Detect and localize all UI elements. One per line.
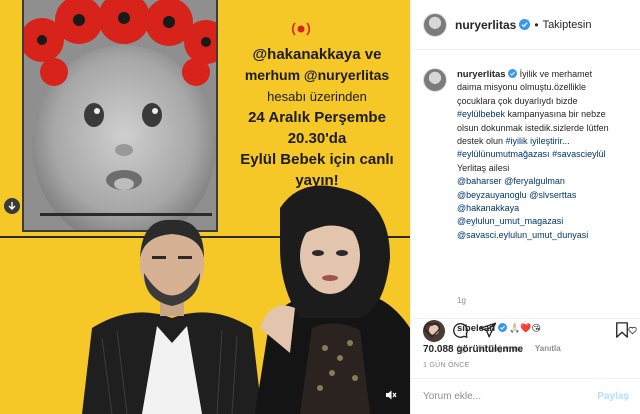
caption-line: @hakanakkaya xyxy=(457,202,640,215)
caption-text-segment: destek olun xyxy=(457,136,506,147)
caption-link[interactable]: @baharser xyxy=(457,176,502,186)
download-icon[interactable] xyxy=(4,198,20,214)
share-icon[interactable] xyxy=(479,321,497,339)
headline-line: 20.30'da xyxy=(287,130,347,147)
separator-dot: • xyxy=(534,17,539,32)
headline-line: 24 Aralık Perşembe xyxy=(248,109,386,126)
caption-link[interactable]: #eylülbebek xyxy=(457,109,505,119)
caption-line: destek olun #iyilik iyileştirir... xyxy=(457,135,640,148)
headline-line: hesabı üzerinden xyxy=(267,89,367,104)
caption-text-segment: İyilik ve merhamet xyxy=(519,69,593,79)
action-bar xyxy=(411,318,640,340)
caption-link[interactable]: iyileştirir... xyxy=(530,136,570,146)
caption-link[interactable]: #iyilik xyxy=(506,136,528,146)
add-comment-bar: Paylaş xyxy=(411,378,640,414)
caption-link[interactable]: @slvserttas xyxy=(529,190,576,200)
post-sidebar: nuryerlitas • Takiptesin nuryerlitas İyi… xyxy=(410,0,640,414)
live-announcement: @hakanakkaya ve merhum @nuryerlitas hesa… xyxy=(225,44,409,191)
caption-text-segment: daima misyonu olmuştu.özellikle xyxy=(457,82,587,93)
post-header: nuryerlitas • Takiptesin xyxy=(411,0,640,50)
caption-link[interactable]: @eylulun_umut_magazasi xyxy=(457,216,563,226)
bookmark-icon[interactable] xyxy=(613,321,631,339)
caption-line: çocuklara çok duyarlıydı bizde xyxy=(457,95,640,108)
comment-icon[interactable] xyxy=(451,321,469,339)
avatar[interactable] xyxy=(423,68,447,92)
comment-input[interactable] xyxy=(423,391,598,402)
caption-line: @eylulun_umut_magazasi xyxy=(457,215,640,228)
caption-link[interactable]: #savascieylül xyxy=(552,149,606,159)
caption-text-segment: olsun dokunmak istedik.sizlerde lütfen xyxy=(457,122,609,133)
caption-link[interactable]: @beyzauyanoglu xyxy=(457,190,527,200)
caption-line: @beyzauyanoglu @slvserttas xyxy=(457,189,640,202)
post-timestamp: 1 GÜN ÖNCE xyxy=(423,362,470,369)
caption-text-segment: çocuklara çok duyarlıydı bizde xyxy=(457,95,578,106)
avatar[interactable] xyxy=(423,12,447,37)
comments-section[interactable]: nuryerlitas İyilik ve merhamet daima mis… xyxy=(411,56,640,353)
username-link[interactable]: nuryerlitas xyxy=(457,69,506,80)
caption-link[interactable]: @feryalgulman xyxy=(504,176,565,186)
caption-text: nuryerlitas İyilik ve merhamet daima mis… xyxy=(457,68,640,242)
caption-line: #eylülünumutmağazası #savascieylül xyxy=(457,148,640,161)
caption-link[interactable]: @hakanakkaya xyxy=(457,203,519,213)
reply-button[interactable]: Yanıtla xyxy=(535,344,561,353)
baby-photo xyxy=(22,0,218,232)
volume-mute-icon[interactable] xyxy=(380,384,402,406)
verified-badge-icon xyxy=(508,69,518,78)
headline-line: @hakanakkaya ve xyxy=(252,46,382,63)
caption-line: olsun dokunmak istedik.sizlerde lütfen xyxy=(457,122,640,135)
caption-link[interactable]: @savasci.eylulun_umut_dunyasi xyxy=(457,230,588,240)
caption-text-segment: Yerlitaş ailesi xyxy=(457,162,510,173)
username-link[interactable]: nuryerlitas xyxy=(455,18,516,32)
caption-line: daima misyonu olmuştu.özellikle xyxy=(457,81,640,94)
heart-icon[interactable] xyxy=(423,321,441,339)
caption-text-segment: kampanyasına bir nebze xyxy=(505,109,606,120)
post-comment-button[interactable]: Paylaş xyxy=(597,391,629,402)
woman-photo xyxy=(255,185,410,414)
verified-badge-icon xyxy=(519,19,531,30)
caption-line: @baharser @feryalgulman xyxy=(457,175,640,188)
caption-line: #eylülbebek kampanyasına bir nebze xyxy=(457,108,640,121)
caption-timestamp: 1g xyxy=(457,296,466,305)
headline-line: merhum @nuryerlitas xyxy=(244,67,390,83)
caption-link[interactable]: #eylülünumutmağazası xyxy=(457,149,550,159)
following-button[interactable]: Takiptesin xyxy=(543,19,592,31)
live-broadcast-icon xyxy=(291,22,311,36)
caption-line: @savasci.eylulun_umut_dunyasi xyxy=(457,229,640,242)
view-count[interactable]: 70.088 görüntülenme xyxy=(423,344,523,355)
post-media[interactable]: @hakanakkaya ve merhum @nuryerlitas hesa… xyxy=(0,0,410,414)
caption-line: Yerlitaş ailesi xyxy=(457,162,640,175)
